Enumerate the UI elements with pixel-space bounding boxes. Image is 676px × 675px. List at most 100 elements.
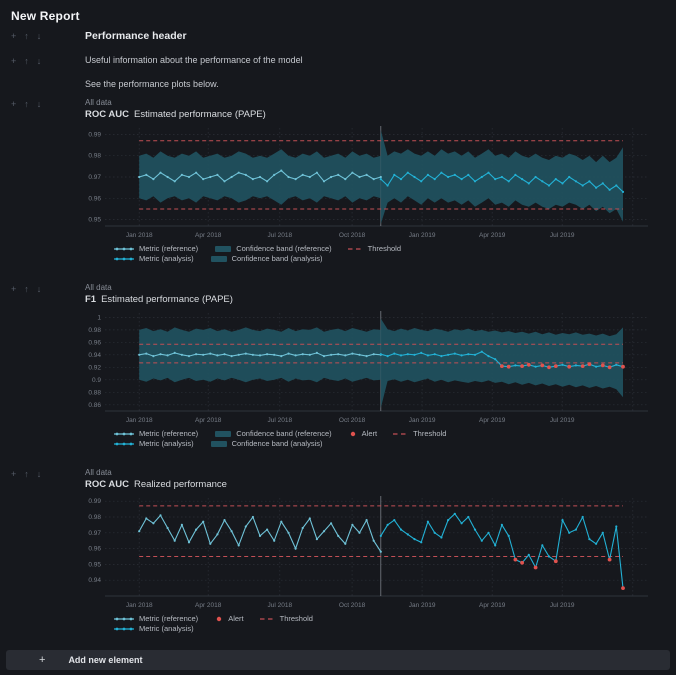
move-element-down-button[interactable]: ↓ <box>37 31 42 41</box>
reference-metric-line-icon <box>113 245 135 253</box>
insert-element-button[interactable]: + <box>11 31 16 41</box>
svg-text:Jan 2018: Jan 2018 <box>126 232 153 239</box>
svg-text:0.97: 0.97 <box>88 174 101 181</box>
svg-text:Jul 2019: Jul 2019 <box>550 602 575 609</box>
confidence-band-icon <box>210 255 228 263</box>
svg-text:0.88: 0.88 <box>88 389 101 396</box>
legend-row: Metric (analysis) Confidence band (analys… <box>113 254 676 263</box>
move-element-down-button[interactable]: ↓ <box>37 469 42 479</box>
svg-text:0.86: 0.86 <box>88 402 101 409</box>
svg-text:0.96: 0.96 <box>88 339 101 346</box>
legend-item-line-ana: Metric (analysis) <box>113 254 194 263</box>
legend-label: Confidence band (analysis) <box>232 439 323 448</box>
legend-item-alert: Alert <box>348 429 377 438</box>
insert-element-button[interactable]: + <box>11 469 16 479</box>
legend-label: Metric (analysis) <box>139 254 194 263</box>
move-element-down-button[interactable]: ↓ <box>37 284 42 294</box>
analysis-metric-line-icon <box>113 625 135 633</box>
svg-text:0.94: 0.94 <box>88 352 101 359</box>
element-controls: + ↑ ↓ <box>0 468 85 479</box>
legend-label: Threshold <box>368 244 401 253</box>
chart-title: F1 Estimated performance (PAPE) <box>85 294 676 305</box>
analysis-metric-line-icon <box>113 440 135 448</box>
insert-element-button[interactable]: + <box>11 284 16 294</box>
legend-label: Metric (analysis) <box>139 439 194 448</box>
svg-text:Apr 2019: Apr 2019 <box>479 232 506 239</box>
add-new-element-button[interactable]: + Add new element <box>6 650 670 670</box>
confidence-band-icon <box>214 245 232 253</box>
legend-item-alert: Alert <box>214 614 243 623</box>
chart-subtitle: All data <box>85 468 676 477</box>
legend-item-line-ana: Metric (analysis) <box>113 624 194 633</box>
move-element-up-button[interactable]: ↑ <box>24 99 29 109</box>
legend-label: Metric (analysis) <box>139 624 194 633</box>
insert-element-button[interactable]: + <box>11 56 16 66</box>
move-element-down-button[interactable]: ↓ <box>37 56 42 66</box>
svg-text:Oct 2018: Oct 2018 <box>339 232 366 239</box>
element-row-chart-f1-estimated: + ↑ ↓ All data F1 Estimated performance (… <box>0 283 676 448</box>
legend-item-band: Confidence band (analysis) <box>210 439 323 448</box>
svg-text:Apr 2019: Apr 2019 <box>479 602 506 609</box>
svg-text:0.94: 0.94 <box>88 577 101 584</box>
page-title: New Report <box>0 0 676 23</box>
insert-element-button[interactable]: + <box>11 99 16 109</box>
legend-label: Confidence band (analysis) <box>232 254 323 263</box>
legend-label: Confidence band (reference) <box>236 244 331 253</box>
reference-metric-line-icon <box>113 615 135 623</box>
svg-text:Jul 2018: Jul 2018 <box>268 232 293 239</box>
move-element-up-button[interactable]: ↑ <box>24 469 29 479</box>
plus-icon: + <box>39 650 45 670</box>
chart-legend: Metric (reference) Confidence band (refer… <box>113 429 676 448</box>
svg-text:0.95: 0.95 <box>88 561 101 568</box>
svg-text:Jul 2018: Jul 2018 <box>268 602 293 609</box>
chart-subtitle: All data <box>85 283 676 292</box>
svg-text:Apr 2019: Apr 2019 <box>479 417 506 424</box>
svg-text:Apr 2018: Apr 2018 <box>195 417 222 424</box>
svg-text:Apr 2018: Apr 2018 <box>195 232 222 239</box>
svg-text:0.97: 0.97 <box>88 530 101 537</box>
svg-text:0.92: 0.92 <box>88 364 101 371</box>
svg-text:Jul 2018: Jul 2018 <box>268 417 293 424</box>
reference-metric-line-icon <box>113 430 135 438</box>
move-element-down-button[interactable]: ↓ <box>37 99 42 109</box>
legend-label: Threshold <box>280 614 313 623</box>
chart-canvas-roc-auc-estimated: 0.950.960.970.980.99Jan 2018Apr 2018Jul … <box>85 123 660 243</box>
legend-item-line-ref: Metric (reference) <box>113 614 198 623</box>
element-row-text: + ↑ ↓ Useful information about the perfo… <box>0 55 676 89</box>
confidence-band-icon <box>214 430 232 438</box>
report-page: New Report + ↑ ↓ Performance header + ↑ … <box>0 0 676 675</box>
element-controls: + ↑ ↓ <box>0 98 85 109</box>
chart-title-suffix: Estimated performance (PAPE) <box>101 294 233 305</box>
move-element-up-button[interactable]: ↑ <box>24 284 29 294</box>
legend-item-band: Confidence band (reference) <box>214 244 331 253</box>
element-row-header: + ↑ ↓ Performance header <box>0 30 676 42</box>
legend-item-threshold: Threshold <box>348 244 401 253</box>
chart-title-suffix: Estimated performance (PAPE) <box>134 109 266 120</box>
alert-dot-icon <box>348 430 358 438</box>
legend-label: Threshold <box>413 429 446 438</box>
chart-legend: Metric (reference)AlertThresholdMetric (… <box>113 614 676 633</box>
svg-text:0.96: 0.96 <box>88 546 101 553</box>
element-controls: + ↑ ↓ <box>0 55 85 66</box>
chart-metric-name: F1 <box>85 294 96 305</box>
move-element-up-button[interactable]: ↑ <box>24 56 29 66</box>
legend-row: Metric (reference)Confidence band (refer… <box>113 244 676 253</box>
legend-item-line-ref: Metric (reference) <box>113 429 198 438</box>
alert-dot-icon <box>214 615 224 623</box>
element-controls: + ↑ ↓ <box>0 30 85 41</box>
legend-label: Metric (reference) <box>139 429 198 438</box>
chart-title-suffix: Realized performance <box>134 479 227 490</box>
analysis-metric-line-icon <box>113 255 135 263</box>
move-element-up-button[interactable]: ↑ <box>24 31 29 41</box>
add-new-element-label: Add new element <box>68 655 142 665</box>
legend-row: Metric (reference) Alert Threshold <box>113 614 676 623</box>
svg-text:Jan 2018: Jan 2018 <box>126 417 153 424</box>
svg-text:Oct 2018: Oct 2018 <box>339 602 366 609</box>
svg-text:0.9: 0.9 <box>92 377 101 384</box>
svg-text:Jan 2019: Jan 2019 <box>409 232 436 239</box>
legend-item-band: Confidence band (reference) <box>214 429 331 438</box>
svg-text:Jan 2018: Jan 2018 <box>126 602 153 609</box>
section-header-text: Performance header <box>85 30 676 42</box>
legend-label: Metric (reference) <box>139 614 198 623</box>
svg-text:0.96: 0.96 <box>88 195 101 202</box>
